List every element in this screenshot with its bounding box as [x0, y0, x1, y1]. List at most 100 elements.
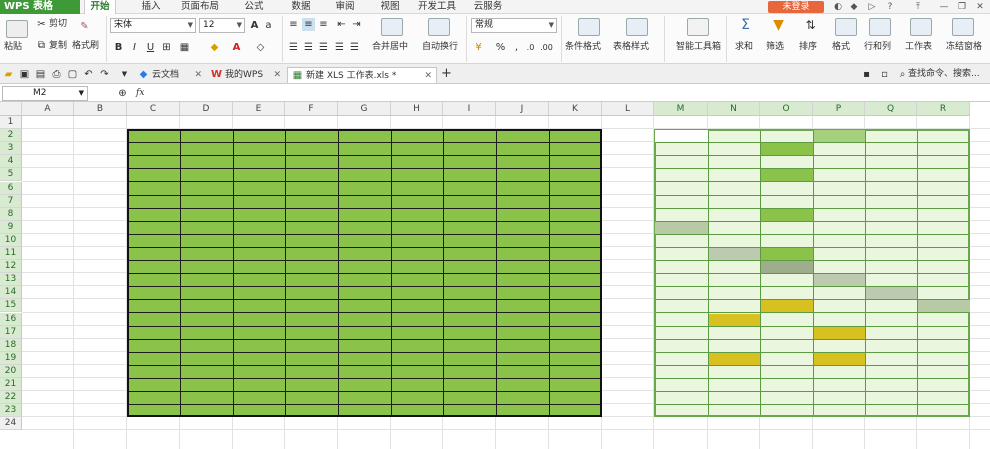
highlighted-cell[interactable]: [814, 352, 865, 365]
font-shrink-icon[interactable]: a: [262, 19, 275, 32]
column-header[interactable]: O: [760, 102, 813, 116]
border-icon[interactable]: ⊞: [160, 41, 173, 54]
highlighted-cell[interactable]: [761, 143, 813, 156]
menu-tab[interactable]: 审阅: [330, 0, 360, 14]
worksheet-icon[interactable]: [910, 18, 932, 36]
copy-button[interactable]: 复制: [49, 41, 67, 52]
save-icon[interactable]: ▣: [18, 68, 31, 81]
highlighted-cell[interactable]: [814, 130, 865, 143]
help-icon[interactable]: ?: [884, 1, 896, 13]
close-tab-icon[interactable]: ✕: [273, 67, 281, 83]
highlighted-cell[interactable]: [918, 300, 970, 313]
close-icon[interactable]: ✕: [974, 1, 986, 13]
row-header[interactable]: 7: [0, 194, 22, 208]
align-top-icon[interactable]: ≡: [287, 18, 300, 31]
menu-tab[interactable]: 云服务: [466, 0, 510, 14]
percent-button[interactable]: %: [494, 41, 507, 54]
table-style-icon[interactable]: [626, 18, 648, 36]
row-header[interactable]: 6: [0, 181, 22, 195]
freeze-button[interactable]: 冻结窗格: [946, 42, 982, 53]
align-bottom-icon[interactable]: ≡: [317, 18, 330, 31]
fill-color-icon[interactable]: ◆: [208, 41, 221, 54]
column-header[interactable]: C: [127, 102, 180, 116]
highlighted-cell[interactable]: [709, 352, 760, 365]
comma-button[interactable]: ,: [510, 41, 523, 54]
indent-increase-icon[interactable]: ⇥: [350, 18, 363, 31]
indent-decrease-icon[interactable]: ⇤: [335, 18, 348, 31]
font-grow-icon[interactable]: A: [248, 19, 261, 32]
column-header[interactable]: J: [496, 102, 549, 116]
menu-tab[interactable]: 数据: [286, 0, 316, 14]
cut-button[interactable]: 剪切: [49, 19, 67, 30]
panel-icon[interactable]: ▫: [878, 68, 891, 81]
justify-icon[interactable]: ☰: [333, 41, 346, 54]
column-header[interactable]: H: [391, 102, 443, 116]
wrap-text-icon[interactable]: [428, 18, 450, 36]
smart-toolbox-button[interactable]: 智能工具箱: [676, 42, 721, 53]
decimal-decrease-icon[interactable]: .00: [540, 41, 553, 54]
menu-tab[interactable]: 页面布局: [172, 0, 228, 14]
column-header[interactable]: B: [74, 102, 127, 116]
tab-cloud-docs[interactable]: ◆ 云文档 ✕: [134, 67, 206, 83]
decimal-increase-icon[interactable]: .0: [524, 41, 537, 54]
print-icon[interactable]: ⎙: [50, 68, 63, 81]
menu-tab[interactable]: 开发工具: [414, 0, 460, 14]
align-left-icon[interactable]: ☰: [287, 41, 300, 54]
new-tab-icon[interactable]: +: [440, 67, 453, 80]
row-header[interactable]: 23: [0, 404, 22, 418]
name-box[interactable]: M2 ▼: [2, 86, 88, 101]
dock-icon[interactable]: ▪: [860, 68, 873, 81]
open-folder-icon[interactable]: ▰: [2, 68, 15, 81]
command-search-input[interactable]: 查找命令、搜索...: [908, 69, 980, 80]
row-header[interactable]: 11: [0, 247, 22, 261]
column-header[interactable]: M: [654, 102, 708, 116]
zoom-icon[interactable]: ⊕: [116, 87, 129, 100]
active-cell[interactable]: [655, 130, 708, 143]
menu-tab[interactable]: 插入: [136, 0, 166, 14]
font-name-select[interactable]: 宋体 ▼: [110, 18, 196, 33]
format-icon[interactable]: [835, 18, 857, 36]
column-header[interactable]: Q: [865, 102, 917, 116]
login-button[interactable]: 未登录: [768, 1, 824, 13]
sort-button[interactable]: 排序: [799, 42, 817, 53]
merge-icon[interactable]: ▦: [178, 41, 191, 54]
column-header[interactable]: F: [285, 102, 338, 116]
row-header[interactable]: 19: [0, 351, 22, 365]
row-header[interactable]: 12: [0, 260, 22, 274]
italic-button[interactable]: I: [128, 41, 141, 54]
row-col-button[interactable]: 行和列: [864, 42, 891, 53]
worksheet-button[interactable]: 工作表: [905, 42, 932, 53]
row-header[interactable]: 4: [0, 155, 22, 169]
worksheet-grid[interactable]: A B C D E F G H I J K L M N O P Q R 1 2 3 4 5 6 7 8 9 10 11 12 13 14 15 1…: [0, 102, 990, 449]
redo-icon[interactable]: ↷: [98, 68, 111, 81]
restore-icon[interactable]: ❐: [956, 1, 968, 13]
highlighted-cell[interactable]: [761, 261, 813, 274]
smart-toolbox-icon[interactable]: [687, 18, 709, 36]
align-center-icon[interactable]: ☰: [302, 41, 315, 54]
menu-tab[interactable]: 公式: [236, 0, 272, 14]
paste-button[interactable]: 粘贴: [4, 42, 22, 53]
feedback-icon[interactable]: ◆: [848, 1, 860, 13]
column-header[interactable]: G: [338, 102, 391, 116]
skin-icon[interactable]: ◐: [832, 1, 844, 13]
row-header[interactable]: 16: [0, 312, 22, 326]
highlighted-cell[interactable]: [709, 248, 760, 261]
menu-tab[interactable]: 视图: [370, 0, 410, 14]
freeze-icon[interactable]: [952, 18, 974, 36]
number-format-select[interactable]: 常规 ▼: [471, 18, 557, 33]
undo-icon[interactable]: ↶: [82, 68, 95, 81]
row-header[interactable]: 24: [0, 417, 22, 431]
column-header[interactable]: R: [917, 102, 970, 116]
row-header[interactable]: 17: [0, 325, 22, 339]
highlighted-cell[interactable]: [761, 300, 813, 313]
quick-access-menu-icon[interactable]: ▼: [118, 68, 131, 81]
highlighted-cell[interactable]: [761, 208, 813, 221]
menu-tab[interactable]: 开始: [84, 0, 116, 14]
row-header[interactable]: 15: [0, 299, 22, 313]
row-header[interactable]: 21: [0, 378, 22, 392]
highlighted-cell[interactable]: [866, 287, 917, 300]
column-header[interactable]: D: [180, 102, 233, 116]
close-tab-icon[interactable]: ✕: [424, 68, 432, 84]
row-header[interactable]: 2: [0, 129, 22, 143]
sum-icon[interactable]: Σ: [739, 18, 752, 32]
